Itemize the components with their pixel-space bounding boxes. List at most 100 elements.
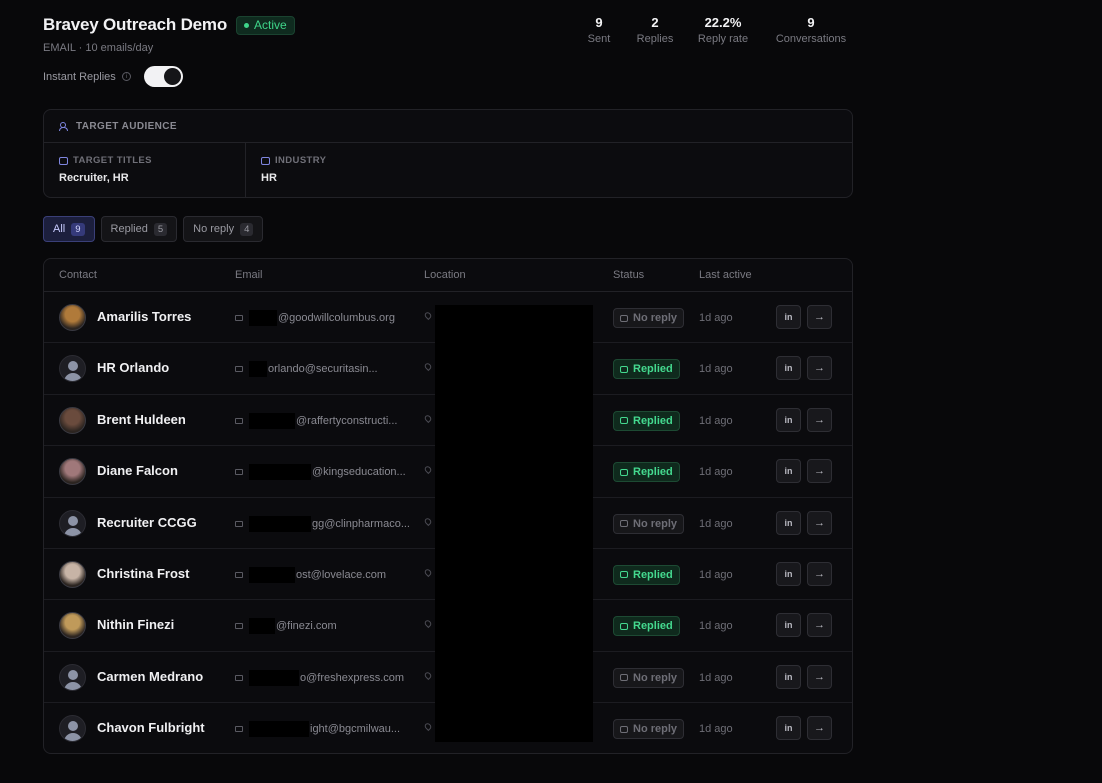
status-label: Replied bbox=[633, 620, 673, 633]
chat-bubble-icon bbox=[620, 674, 628, 682]
email-text: gg@clinpharmaco... bbox=[312, 517, 410, 530]
status-badge: Active bbox=[236, 15, 295, 35]
avatar bbox=[59, 715, 86, 743]
linkedin-icon[interactable]: in bbox=[776, 510, 801, 535]
status-label: No reply bbox=[633, 517, 678, 530]
arrow-right-icon[interactable]: → bbox=[807, 407, 832, 432]
column-header-last-active: Last active bbox=[699, 269, 752, 281]
linkedin-icon[interactable]: in bbox=[776, 305, 801, 329]
contact-name[interactable]: Brent Huldeen bbox=[97, 412, 186, 427]
contact-name[interactable]: Recruiter CCGG bbox=[97, 515, 197, 530]
linkedin-icon[interactable]: in bbox=[776, 664, 801, 689]
filter-tab-replied[interactable]: Replied 5 bbox=[100, 216, 178, 242]
contact-email[interactable]: @raffertyconstructi... bbox=[235, 412, 411, 429]
last-active: 1d ago bbox=[699, 312, 733, 324]
contact-email[interactable]: @finezi.com bbox=[235, 618, 411, 635]
contact-name[interactable]: HR Orlando bbox=[97, 360, 169, 375]
avatar bbox=[59, 509, 86, 537]
contact-email[interactable]: @goodwillcolumbus.org bbox=[235, 310, 411, 326]
contact-name[interactable]: Carmen Medrano bbox=[97, 669, 203, 684]
location-pin-icon bbox=[423, 516, 433, 526]
contact-name[interactable]: Christina Frost bbox=[97, 566, 189, 581]
avatar bbox=[59, 304, 86, 331]
avatar bbox=[59, 355, 86, 383]
contact-email[interactable]: gg@clinpharmaco... bbox=[235, 515, 411, 532]
contact-email[interactable]: o@freshexpress.com bbox=[235, 669, 411, 686]
email-text: @goodwillcolumbus.org bbox=[278, 312, 395, 324]
avatar bbox=[59, 612, 86, 640]
contact-email[interactable]: ost@lovelace.com bbox=[235, 566, 411, 583]
stat-replies: 2 Replies bbox=[632, 15, 678, 45]
people-icon bbox=[59, 121, 69, 131]
last-active: 1d ago bbox=[699, 517, 733, 530]
location-pin-icon bbox=[423, 413, 433, 423]
target-audience-title: TARGET AUDIENCE bbox=[76, 120, 177, 132]
linkedin-icon[interactable]: in bbox=[776, 407, 801, 432]
email-text: @raffertyconstructi... bbox=[296, 414, 398, 427]
location-pin-icon bbox=[423, 310, 433, 321]
chat-bubble-icon bbox=[620, 725, 628, 733]
stat-value: 9 bbox=[595, 15, 603, 30]
chat-bubble-icon bbox=[620, 314, 628, 322]
linkedin-icon[interactable]: in bbox=[776, 561, 801, 586]
location-pin-icon bbox=[423, 722, 433, 732]
last-active: 1d ago bbox=[699, 363, 733, 376]
contact-name[interactable]: Nithin Finezi bbox=[97, 617, 174, 632]
building-icon bbox=[261, 156, 270, 165]
stat-conversations: 9 Conversations bbox=[768, 15, 854, 45]
location-pin-icon bbox=[423, 670, 433, 680]
contact-name[interactable]: Chavon Fulbright bbox=[97, 720, 205, 735]
email-redaction bbox=[249, 412, 295, 429]
contact-email[interactable]: orlando@securitasin... bbox=[235, 361, 411, 378]
filter-tab-all[interactable]: All 9 bbox=[43, 216, 95, 242]
arrow-right-icon[interactable]: → bbox=[807, 459, 832, 484]
contact-email[interactable]: @kingseducation... bbox=[235, 464, 411, 481]
arrow-right-icon[interactable]: → bbox=[807, 510, 832, 535]
arrow-right-icon[interactable]: → bbox=[807, 716, 832, 741]
target-audience-header: TARGET AUDIENCE bbox=[44, 110, 852, 143]
stat-value: 9 bbox=[807, 15, 815, 30]
linkedin-icon[interactable]: in bbox=[776, 356, 801, 381]
mail-icon bbox=[235, 315, 243, 321]
status-label: Replied bbox=[633, 363, 673, 376]
filter-tab-label: Replied bbox=[110, 223, 148, 235]
email-redaction bbox=[249, 669, 299, 686]
arrow-right-icon[interactable]: → bbox=[807, 305, 832, 329]
location-pin-icon bbox=[423, 619, 433, 629]
linkedin-icon[interactable]: in bbox=[776, 459, 801, 484]
target-titles-section: TARGET TITLES Recruiter, HR bbox=[44, 143, 246, 198]
arrow-right-icon[interactable]: → bbox=[807, 664, 832, 689]
contact-name[interactable]: Diane Falcon bbox=[97, 463, 178, 478]
status-label: No reply bbox=[633, 671, 678, 684]
mail-icon bbox=[235, 417, 243, 424]
email-text: ight@bgcmilwau... bbox=[310, 723, 401, 736]
linkedin-icon[interactable]: in bbox=[776, 613, 801, 638]
column-header-location: Location bbox=[424, 269, 466, 281]
info-icon[interactable]: i bbox=[121, 72, 131, 81]
location-pin-icon bbox=[423, 465, 433, 475]
email-redaction bbox=[249, 515, 311, 532]
filter-tab-count: 4 bbox=[240, 222, 254, 236]
contact-name[interactable]: Amarilis Torres bbox=[97, 309, 191, 324]
last-active: 1d ago bbox=[699, 723, 733, 736]
email-text: orlando@securitasin... bbox=[268, 363, 378, 376]
arrow-right-icon[interactable]: → bbox=[807, 561, 832, 586]
avatar bbox=[59, 560, 86, 588]
filter-tab-count: 5 bbox=[153, 222, 168, 236]
contact-email[interactable]: ight@bgcmilwau... bbox=[235, 721, 411, 738]
last-active: 1d ago bbox=[699, 620, 733, 633]
arrow-right-icon[interactable]: → bbox=[807, 613, 832, 638]
email-redaction bbox=[249, 310, 277, 326]
status-dot-icon bbox=[244, 22, 250, 28]
email-text: @kingseducation... bbox=[312, 466, 406, 479]
arrow-right-icon[interactable]: → bbox=[807, 356, 832, 381]
last-active: 1d ago bbox=[699, 671, 733, 684]
instant-replies-toggle[interactable] bbox=[143, 66, 183, 87]
instant-replies-row: Instant Replies i bbox=[43, 66, 183, 87]
mail-icon bbox=[235, 520, 243, 527]
filter-tab-no-reply[interactable]: No reply 4 bbox=[183, 216, 264, 242]
target-audience-card: TARGET AUDIENCE TARGET TITLES Recruiter,… bbox=[43, 109, 853, 198]
status-label: Replied bbox=[633, 568, 673, 581]
stat-value: 22.2% bbox=[704, 15, 742, 30]
linkedin-icon[interactable]: in bbox=[776, 716, 801, 741]
